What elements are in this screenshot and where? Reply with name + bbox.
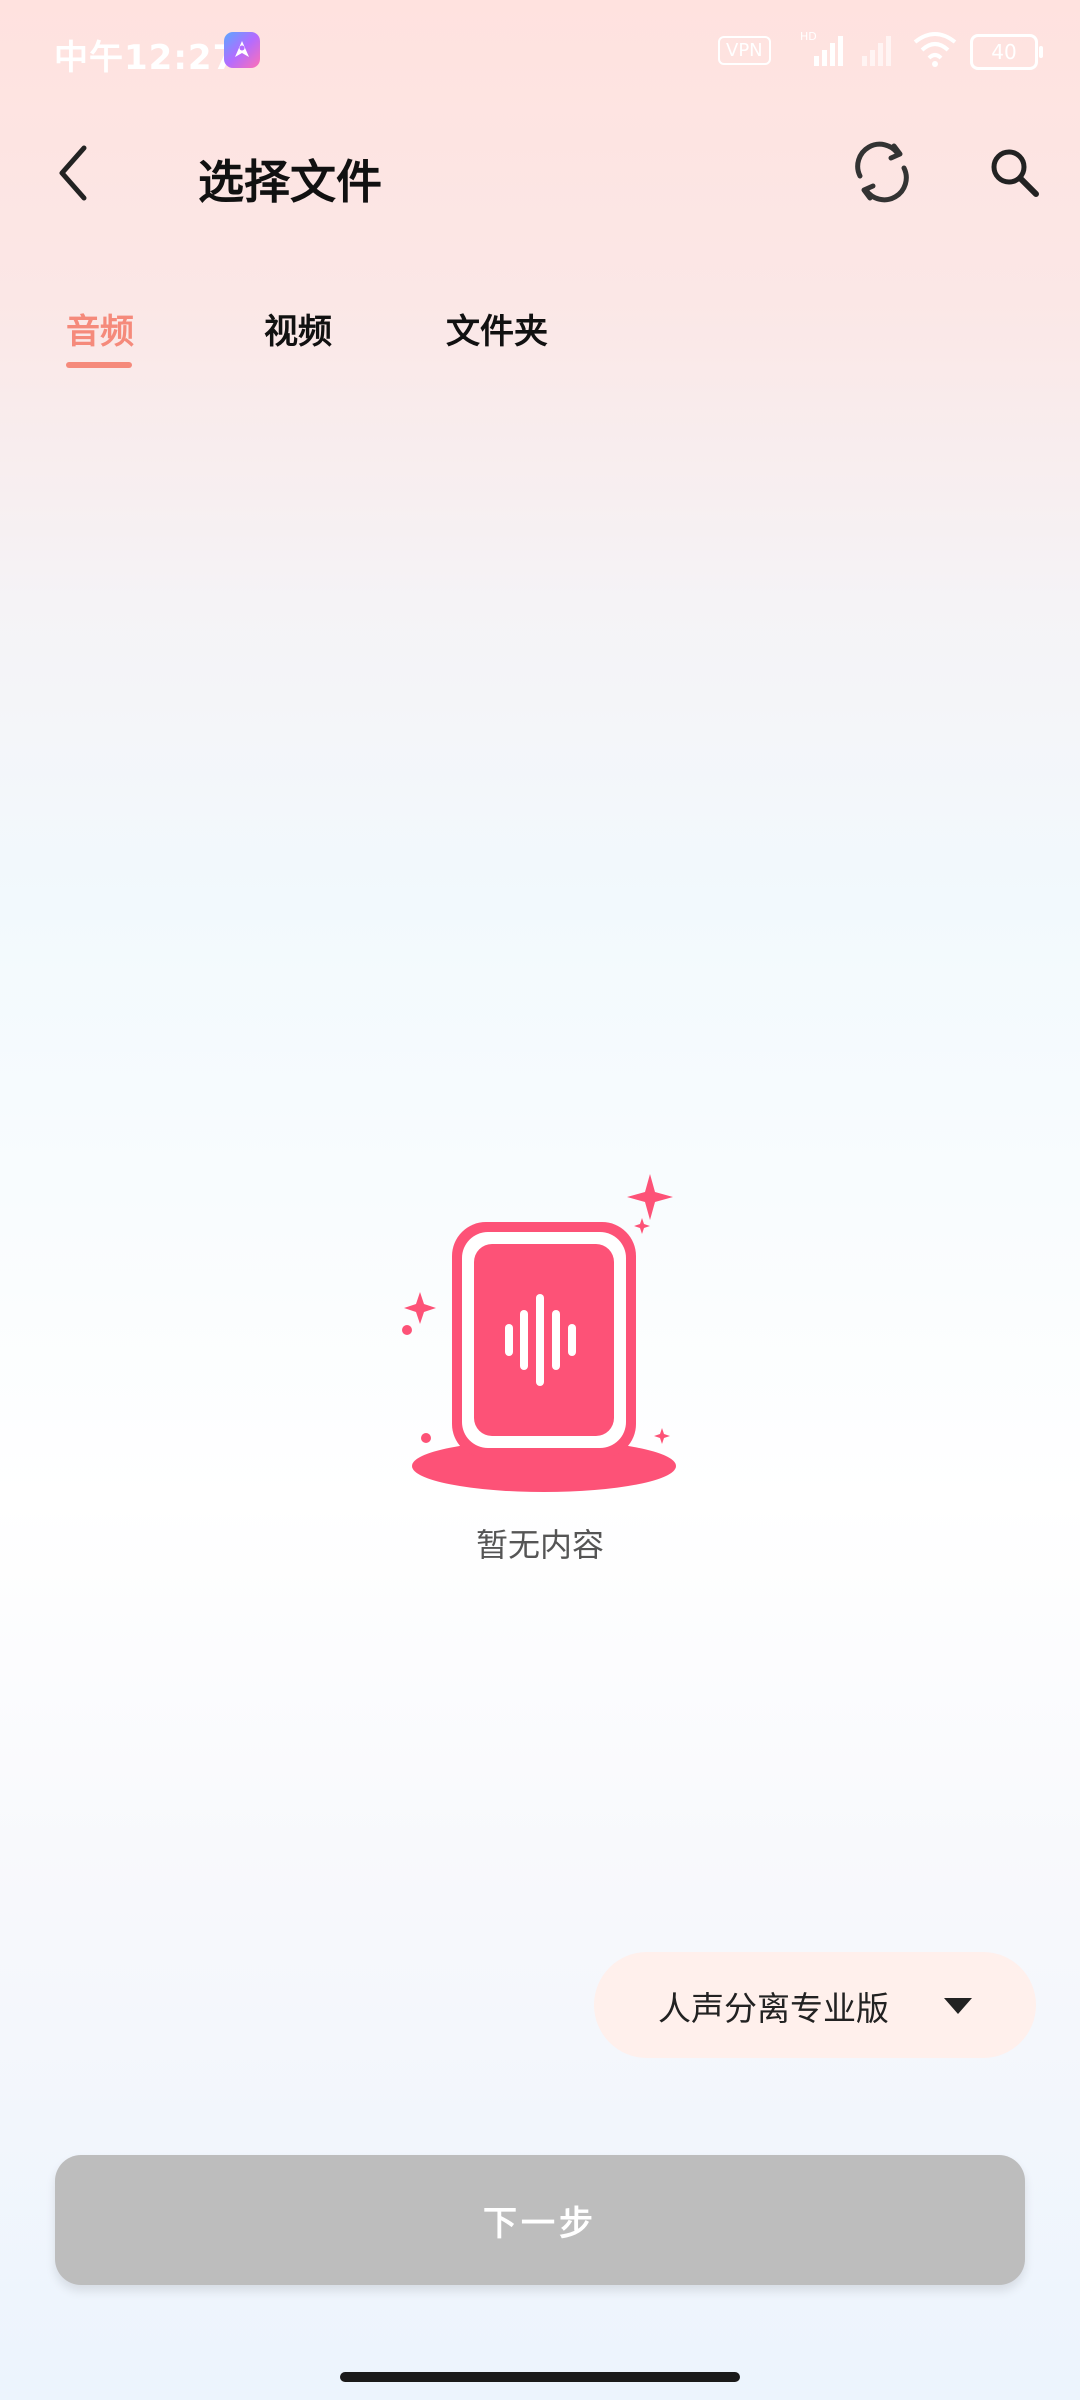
file-type-tabs: 音频 视频 文件夹 <box>0 300 1080 380</box>
tab-video[interactable]: 视频 <box>264 304 332 353</box>
tab-audio[interactable]: 音频 <box>66 304 134 353</box>
wifi-icon <box>912 28 958 72</box>
status-time: 中午12:27 <box>54 38 238 78</box>
back-arrow-icon <box>59 145 87 201</box>
network-type-label: HD <box>800 30 817 43</box>
search-button[interactable] <box>978 136 1050 208</box>
mode-label: 人声分离专业版 <box>658 1989 889 2028</box>
back-button[interactable] <box>44 138 114 208</box>
empty-audio-illustration <box>392 1160 692 1500</box>
home-indicator <box>340 2372 740 2382</box>
status-bar: 中午12:27 VPN HD 40 <box>0 0 1080 100</box>
header: 选择文件 <box>0 120 1080 230</box>
rocket-app-icon <box>224 32 260 68</box>
separation-mode-dropdown[interactable]: 人声分离专业版 <box>594 1952 1036 2058</box>
refresh-button[interactable] <box>846 136 918 208</box>
refresh-icon <box>855 141 909 203</box>
search-icon <box>991 149 1039 197</box>
active-tab-indicator <box>66 362 132 368</box>
tab-folder[interactable]: 文件夹 <box>446 304 548 353</box>
vpn-badge: VPN <box>718 36 771 65</box>
dropdown-triangle-icon <box>938 1992 978 2020</box>
next-step-button[interactable]: 下一步 <box>55 2155 1025 2285</box>
page-title: 选择文件 <box>198 155 382 209</box>
empty-state-text: 暂无内容 <box>475 1526 604 1564</box>
signal-icon: HD <box>800 28 848 72</box>
signal-2-icon <box>860 28 902 72</box>
battery-icon: 40 <box>970 34 1043 70</box>
